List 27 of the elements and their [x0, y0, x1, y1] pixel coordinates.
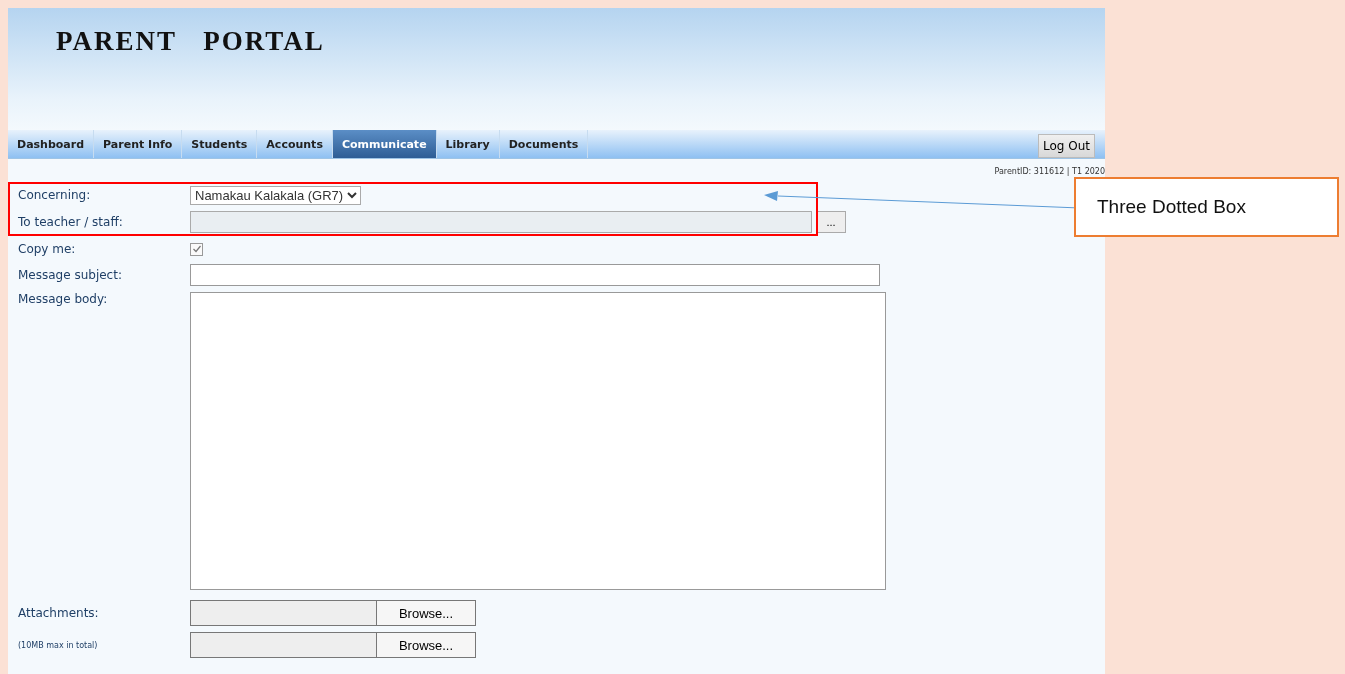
- browse-button[interactable]: Browse...: [376, 632, 476, 658]
- field-label: Message subject:: [18, 268, 123, 282]
- browse-button[interactable]: Browse...: [376, 600, 476, 626]
- field-label: Concerning:: [18, 188, 92, 202]
- nav-tab[interactable]: Accounts: [257, 130, 333, 158]
- field-label: Message body:: [18, 292, 109, 306]
- lookup-button[interactable]: ...: [816, 211, 846, 233]
- size-note: (10MB max in total): [18, 640, 99, 650]
- message-body-field[interactable]: [190, 292, 886, 590]
- nav-tab[interactable]: Parent Info: [94, 130, 183, 158]
- subject-field[interactable]: [190, 264, 880, 286]
- portal-title: PARENT PORTAL: [56, 26, 325, 56]
- field-label: Attachments:: [18, 606, 100, 620]
- nav-tab[interactable]: Students: [182, 130, 258, 158]
- file-field[interactable]: [190, 600, 378, 626]
- student-select[interactable]: Namakau Kalakala (GR7): [190, 186, 361, 205]
- nav-tab[interactable]: Dashboard: [8, 130, 95, 158]
- nav-tab[interactable]: Documents: [499, 130, 589, 158]
- file-field[interactable]: [190, 632, 378, 658]
- callout-text: Three Dotted Box: [1097, 196, 1246, 218]
- parent-id-text: ParentID: 311612 | T1 2020: [994, 167, 1105, 176]
- logout-button[interactable]: Log Out: [1038, 134, 1095, 158]
- nav-tab[interactable]: Library: [436, 130, 500, 158]
- field-label: Copy me:: [18, 241, 77, 256]
- nav-tab[interactable]: Communicate: [332, 130, 437, 158]
- field-label: To teacher / staff:: [18, 215, 124, 229]
- copy-me-checkbox[interactable]: [190, 242, 203, 256]
